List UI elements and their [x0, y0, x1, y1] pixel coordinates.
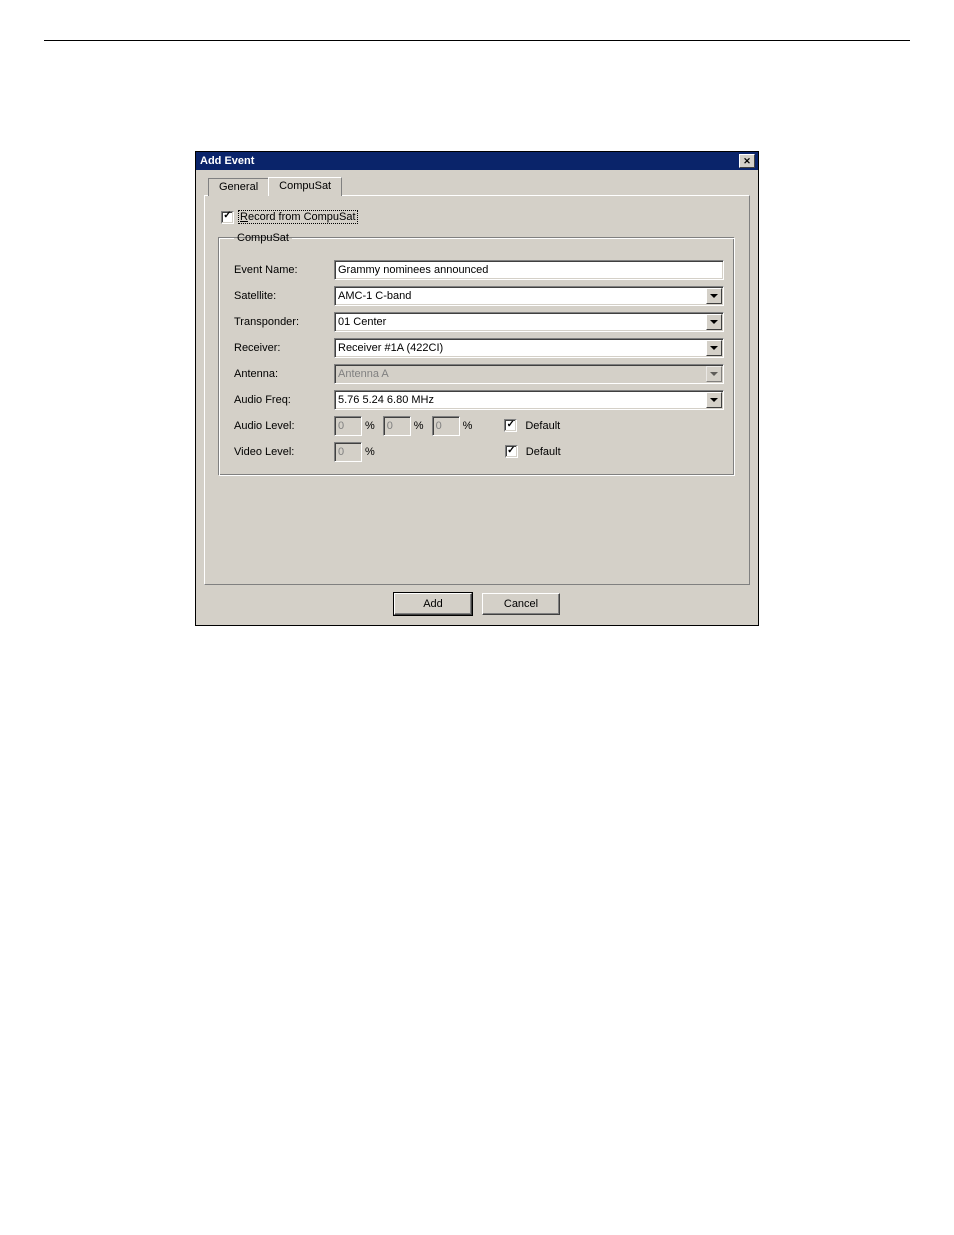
record-from-compusat-label[interactable]: Record from CompuSat: [238, 210, 358, 224]
record-from-compusat-checkbox[interactable]: ✓: [221, 211, 234, 224]
tabstrip: General CompuSat: [208, 176, 750, 196]
label-video-level: Video Level:: [234, 446, 334, 458]
audio-level-1-input: 0: [334, 416, 362, 436]
check-icon: ✓: [507, 446, 515, 456]
dialog-title: Add Event: [200, 155, 254, 167]
audio-freq-value: 5.76 5.24 6.80 MHz: [338, 394, 434, 406]
chevron-down-icon: [710, 294, 718, 298]
label-transponder: Transponder:: [234, 316, 334, 328]
transponder-value: 01 Center: [338, 316, 386, 328]
add-button[interactable]: Add: [394, 593, 472, 615]
pct-3: %: [463, 420, 473, 432]
audio-default-label: Default: [525, 420, 560, 432]
page-rule: [44, 40, 910, 41]
accelerator-letter: R: [240, 211, 248, 223]
row-event-name: Event Name: Grammy nominees announced: [234, 259, 724, 280]
row-video-level: Video Level: 0 % ✓ Default: [234, 441, 724, 462]
tab-general[interactable]: General: [208, 178, 269, 196]
button-label: Cancel: [504, 598, 538, 610]
dropdown-button[interactable]: [706, 314, 722, 330]
audio-level-2-input: 0: [383, 416, 411, 436]
row-audio-freq: Audio Freq: 5.76 5.24 6.80 MHz: [234, 389, 724, 410]
label-receiver: Receiver:: [234, 342, 334, 354]
compusat-groupbox: CompuSat Event Name: Grammy nominees ann…: [219, 232, 735, 476]
label-event-name: Event Name:: [234, 264, 334, 276]
tab-compusat[interactable]: CompuSat: [268, 177, 342, 196]
audio-level-3-input: 0: [432, 416, 460, 436]
receiver-value: Receiver #1A (422CI): [338, 342, 443, 354]
row-transponder: Transponder: 01 Center: [234, 311, 724, 332]
record-from-compusat-row: ✓ Record from CompuSat: [221, 210, 735, 224]
video-default-label: Default: [526, 446, 561, 458]
receiver-combo[interactable]: Receiver #1A (422CI): [334, 338, 724, 358]
button-bar: Add Cancel: [204, 593, 750, 615]
groupbox-legend: CompuSat: [234, 232, 292, 244]
button-label: Add: [423, 598, 443, 610]
client-area: General CompuSat ✓ Record from CompuSat …: [196, 170, 758, 625]
row-antenna: Antenna: Antenna A: [234, 363, 724, 384]
row-audio-level: Audio Level: 0 % 0 % 0 % ✓ Default: [234, 415, 724, 436]
chevron-down-icon: [710, 346, 718, 350]
close-button[interactable]: ✕: [739, 154, 755, 168]
add-event-dialog: Add Event ✕ General CompuSat ✓: [195, 151, 759, 626]
antenna-value: Antenna A: [338, 368, 389, 380]
chevron-down-icon: [710, 320, 718, 324]
cancel-button[interactable]: Cancel: [482, 593, 560, 615]
video-level-input: 0: [334, 442, 362, 462]
check-icon: ✓: [507, 420, 515, 430]
dropdown-button[interactable]: [706, 288, 722, 304]
row-satellite: Satellite: AMC-1 C-band: [234, 285, 724, 306]
dropdown-button[interactable]: [706, 340, 722, 356]
label-audio-freq: Audio Freq:: [234, 394, 334, 406]
pct-2: %: [414, 420, 424, 432]
dropdown-button: [706, 366, 722, 382]
close-icon: ✕: [743, 156, 751, 167]
label-audio-level: Audio Level:: [234, 420, 334, 432]
label-satellite: Satellite:: [234, 290, 334, 302]
transponder-combo[interactable]: 01 Center: [334, 312, 724, 332]
value: 0: [338, 420, 344, 432]
tab-label: General: [219, 181, 258, 193]
row-receiver: Receiver: Receiver #1A (422CI): [234, 337, 724, 358]
event-name-input[interactable]: Grammy nominees announced: [334, 260, 724, 280]
satellite-combo[interactable]: AMC-1 C-band: [334, 286, 724, 306]
tab-label: CompuSat: [279, 180, 331, 192]
value: 0: [338, 446, 344, 458]
video-default-checkbox[interactable]: ✓: [505, 445, 518, 458]
label-rest: ecord from CompuSat: [248, 211, 356, 223]
audio-freq-combo[interactable]: 5.76 5.24 6.80 MHz: [334, 390, 724, 410]
value: 0: [436, 420, 442, 432]
value: 0: [387, 420, 393, 432]
satellite-value: AMC-1 C-band: [338, 290, 411, 302]
titlebar[interactable]: Add Event ✕: [196, 152, 758, 170]
check-icon: ✓: [223, 211, 231, 221]
tab-panel-compusat: ✓ Record from CompuSat CompuSat Event Na…: [204, 195, 750, 585]
dropdown-button[interactable]: [706, 392, 722, 408]
chevron-down-icon: [710, 372, 718, 376]
antenna-combo: Antenna A: [334, 364, 724, 384]
label-antenna: Antenna:: [234, 368, 334, 380]
dialog-container: Add Event ✕ General CompuSat ✓: [195, 151, 759, 626]
audio-default-checkbox[interactable]: ✓: [504, 419, 517, 432]
event-name-value: Grammy nominees announced: [338, 264, 488, 276]
pct-video: %: [365, 446, 375, 458]
pct-1: %: [365, 420, 375, 432]
chevron-down-icon: [710, 398, 718, 402]
